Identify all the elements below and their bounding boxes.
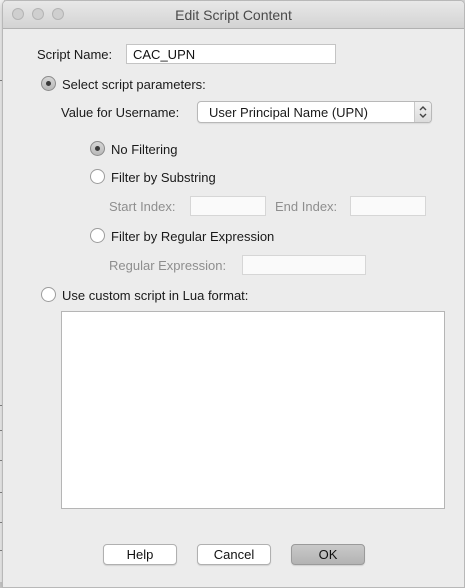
- dropdown-stepper-icon: [414, 102, 431, 122]
- username-value-label: Value for Username:: [61, 105, 180, 120]
- regex-field-label: Regular Expression:: [109, 258, 227, 273]
- end-index-label: End Index:: [275, 199, 338, 214]
- lua-script-textarea[interactable]: [61, 311, 445, 509]
- end-index-input[interactable]: [350, 196, 426, 216]
- cancel-button[interactable]: Cancel: [197, 544, 271, 565]
- filter-regex-radio[interactable]: [90, 228, 105, 243]
- edit-script-dialog: Edit Script Content Script Name: Select …: [2, 0, 465, 588]
- custom-script-label: Use custom script in Lua format:: [62, 288, 249, 303]
- script-name-input[interactable]: [126, 44, 336, 64]
- custom-script-radio[interactable]: [41, 287, 56, 302]
- script-name-label: Script Name:: [37, 47, 113, 62]
- select-params-label: Select script parameters:: [62, 77, 206, 92]
- help-button[interactable]: Help: [103, 544, 177, 565]
- title-bar[interactable]: Edit Script Content: [3, 1, 464, 29]
- start-index-input[interactable]: [190, 196, 266, 216]
- no-filtering-radio[interactable]: [90, 141, 105, 156]
- username-value-selected: User Principal Name (UPN): [209, 105, 368, 120]
- regex-input[interactable]: [242, 255, 366, 275]
- filter-substring-radio[interactable]: [90, 169, 105, 184]
- start-index-label: Start Index:: [109, 199, 176, 214]
- window-title: Edit Script Content: [175, 7, 292, 23]
- ok-button[interactable]: OK: [291, 544, 365, 565]
- username-value-dropdown[interactable]: User Principal Name (UPN): [197, 101, 432, 123]
- select-params-radio[interactable]: [41, 76, 56, 91]
- filter-substring-label: Filter by Substring: [111, 170, 216, 185]
- filter-regex-label: Filter by Regular Expression: [111, 229, 275, 244]
- no-filtering-label: No Filtering: [111, 142, 178, 157]
